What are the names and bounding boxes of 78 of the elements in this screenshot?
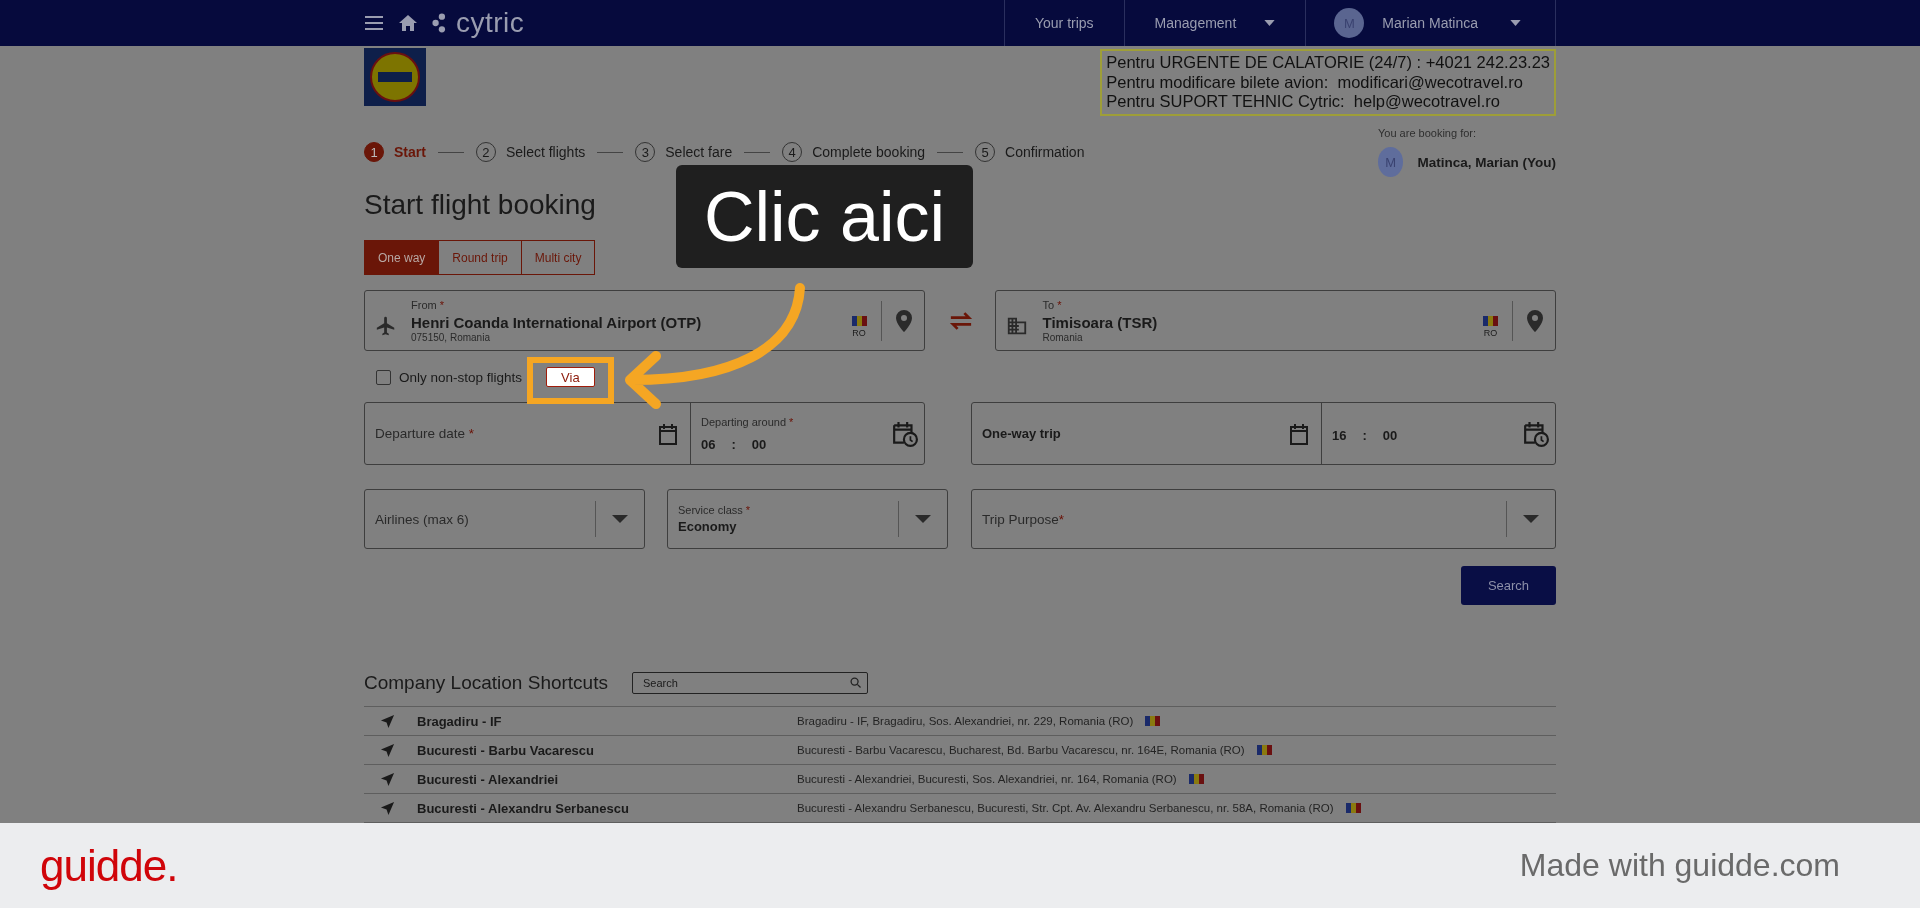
flag-icon <box>1345 803 1361 813</box>
airplane-icon <box>375 314 397 337</box>
progress-step: 1 Start <box>364 142 426 162</box>
navigation-arrow-icon <box>380 800 395 816</box>
section-title: Company Location Shortcuts <box>364 672 609 694</box>
callout-bubble: Clic aici <box>676 165 973 268</box>
navigation-arrow-icon <box>380 771 395 787</box>
caret-icon <box>1510 20 1521 26</box>
home-icon[interactable] <box>398 14 418 32</box>
user-name: Marian Matinca <box>1382 15 1478 31</box>
trip-type-tab[interactable]: One way <box>364 240 440 275</box>
dropdown-arrow-icon <box>612 515 628 523</box>
contact-line: Pentru URGENTE DE CALATORIE (24/7) : +4021 242.23.23 <box>1106 53 1550 73</box>
field-label: Service class * <box>678 504 752 516</box>
shortcut-row[interactable]: Bucuresti - Alexandriei Bucuresti - Alexandriei, Bucuresti, Sos. Alexandriei, nr. 164, Romania (RO) <box>364 765 1556 794</box>
progress-step: 4 Complete booking <box>782 142 926 162</box>
map-pin-icon[interactable] <box>1527 309 1543 332</box>
shortcut-address: Bucuresti - Alexandru Serbanescu, Bucuresti, Str. Cpt. Av. Alexandru Serbanescu, nr. 58A, Romania (RO) <box>797 802 1334 814</box>
trip-type-tab[interactable]: Multi city <box>520 240 596 275</box>
country-code: RO <box>852 327 866 338</box>
contact-line: Pentru SUPORT TEHNIC Cytric: help@wecotravel.ro <box>1106 92 1501 112</box>
navigation-arrow-icon <box>380 713 395 729</box>
flag-icon <box>1145 716 1161 726</box>
caret-icon <box>1264 20 1276 26</box>
flag-icon <box>851 315 867 326</box>
search-field[interactable]: Search <box>632 672 868 694</box>
booking-for-label: You are booking for: <box>1378 127 1478 139</box>
shortcut-address: Bucuresti - Barbu Vacarescu, Bucharest, Bd. Barbu Vacarescu, nr. 164E, Romania (RO) <box>797 744 1245 756</box>
footer-logo: guidde. <box>40 840 178 891</box>
shortcut-name: Bucuresti - Alexandru Serbanescu <box>417 800 630 816</box>
progress-step: 5 Confirmation <box>975 142 1085 162</box>
swap-icon[interactable] <box>947 311 974 330</box>
page-title: Start flight booking <box>364 188 596 222</box>
dropdown-field[interactable]: Service class * Economy <box>667 489 948 549</box>
shortcut-address: Bucuresti - Alexandriei, Bucuresti, Sos. Alexandriei, nr. 164, Romania (RO) <box>797 773 1177 785</box>
nav-menu-item[interactable]: Management <box>1123 0 1306 46</box>
trip-type-tab[interactable]: Round trip <box>438 240 522 275</box>
dropdown-field[interactable]: Airlines (max 6) <box>364 489 645 549</box>
progress-step: 2 Select flights <box>475 142 586 162</box>
progress-step: 3 Select fare <box>635 142 733 162</box>
shortcut-row[interactable]: Bucuresti - Barbu Vacarescu Bucuresti - Barbu Vacarescu, Bucharest, Bd. Barbu Vacarescu, nr. 164E, Romania (RO) <box>364 736 1556 765</box>
search-icon <box>850 677 861 688</box>
menu-icon[interactable] <box>364 14 384 32</box>
dropdown-value: Economy <box>678 519 738 534</box>
nav-menu-item[interactable]: Your trips <box>1003 0 1124 46</box>
map-pin-icon[interactable] <box>895 309 912 332</box>
search-button[interactable]: Search <box>1461 566 1556 605</box>
country-code: RO <box>1483 327 1498 338</box>
dropdown-arrow-icon <box>915 515 931 523</box>
location-detail: Romania <box>1042 331 1084 343</box>
checkbox[interactable] <box>376 369 391 385</box>
field-label: To * <box>1042 298 1063 311</box>
location-field[interactable]: From * Henri Coanda International Airport (OTP) 075150, Romania RO <box>364 290 925 351</box>
navigation-arrow-icon <box>380 742 395 758</box>
via-button[interactable]: Via <box>546 367 595 387</box>
shortcut-name: Bragadiru - IF <box>417 713 503 729</box>
flag-icon <box>1188 774 1204 784</box>
flag-icon <box>1483 315 1498 326</box>
location-value: Timisoara (TSR) <box>1042 313 1159 331</box>
location-value: Henri Coanda International Airport (OTP) <box>411 313 703 331</box>
contact-line: Pentru modificare bilete avion: modificari@wecotravel.ro <box>1106 72 1524 92</box>
company-logo <box>364 48 426 106</box>
location-detail: 075150, Romania <box>411 331 491 343</box>
field-label: From * <box>411 298 445 311</box>
location-field[interactable]: To * Timisoara (TSR) Romania RO <box>995 290 1556 351</box>
checkbox-label: Only non-stop flights <box>399 369 523 385</box>
dropdown-placeholder: Airlines (max 6) <box>375 511 470 527</box>
shortcut-row[interactable]: Bragadiru - IF Bragadiru - IF, Bragadiru, Sos. Alexandriei, nr. 229, Romania (RO) <box>364 707 1556 736</box>
shortcut-name: Bucuresti - Alexandriei <box>417 771 560 787</box>
dropdown-arrow-icon <box>1523 515 1539 523</box>
brand-name: cytric <box>456 7 525 39</box>
shortcut-address: Bragadiru - IF, Bragadiru, Sos. Alexandriei, nr. 229, Romania (RO) <box>797 715 1134 727</box>
traveler-name: Matinca, Marian (You) <box>1417 154 1556 170</box>
shortcut-name: Bucuresti - Barbu Vacarescu <box>417 742 596 758</box>
dropdown-placeholder: Trip Purpose* <box>982 511 1066 527</box>
dropdown-field[interactable]: Trip Purpose* <box>971 489 1556 549</box>
footer-credit: Made with guidde.com <box>1519 847 1840 884</box>
flag-icon <box>1256 745 1272 755</box>
